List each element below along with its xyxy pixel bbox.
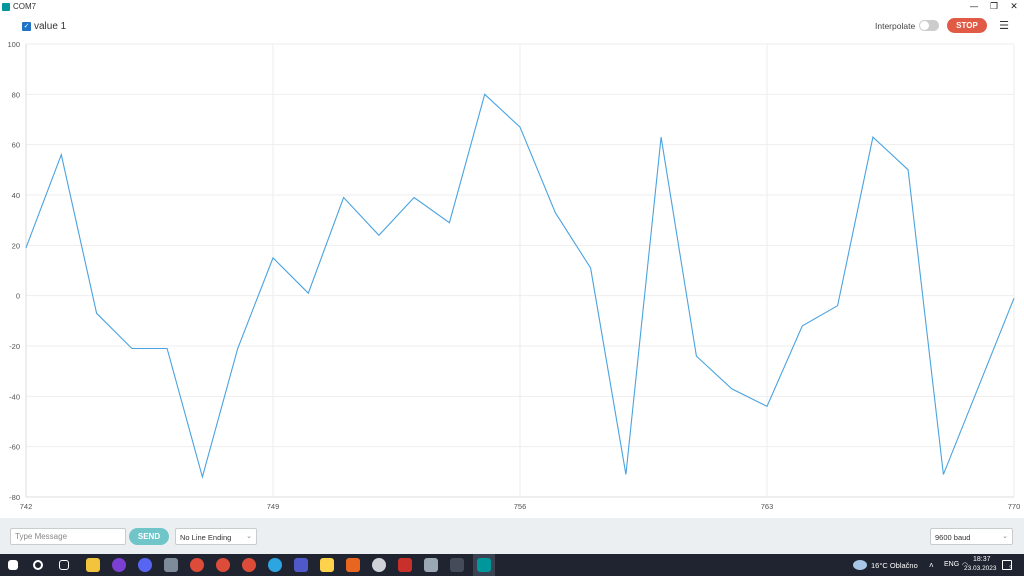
- line-ending-value: No Line Ending: [180, 533, 232, 542]
- y-tick-label: 40: [12, 191, 20, 200]
- windows-start-icon[interactable]: [8, 560, 18, 570]
- window-title: COM7: [13, 2, 37, 11]
- arduino-icon[interactable]: [477, 558, 491, 572]
- y-tick-label: -80: [9, 493, 20, 502]
- plotter-toolbar: ✓ value 1 Interpolate STOP ☰: [0, 13, 1024, 39]
- weather-text[interactable]: 16°C Oblačno: [871, 561, 918, 570]
- series-legend-item[interactable]: ✓ value 1: [22, 21, 66, 32]
- app-icon-red[interactable]: [398, 558, 412, 572]
- plot-grid: [25, 43, 1015, 498]
- app-icon-drive[interactable]: [424, 558, 438, 572]
- chevron-down-icon: ⌄: [1002, 532, 1008, 540]
- minimize-button[interactable]: —: [964, 0, 984, 13]
- series-label: value 1: [34, 21, 67, 32]
- y-tick-label: 100: [7, 40, 20, 49]
- teams-icon[interactable]: [294, 558, 308, 572]
- file-explorer-icon[interactable]: [86, 558, 100, 572]
- language-indicator[interactable]: ENG: [944, 561, 959, 568]
- y-tick-label: -60: [9, 443, 20, 452]
- window-controls: — ❐ ✕: [964, 0, 1024, 13]
- title-bar: COM7 — ❐ ✕: [0, 0, 1024, 13]
- discord-icon[interactable]: [138, 558, 152, 572]
- x-tick-label: 763: [761, 502, 774, 511]
- chevron-up-icon[interactable]: ˄: [929, 561, 934, 570]
- weather-cloud-icon[interactable]: [853, 560, 867, 570]
- send-button[interactable]: SEND: [129, 528, 169, 545]
- app-icon-purple[interactable]: [112, 558, 126, 572]
- series-checkbox[interactable]: ✓: [22, 22, 31, 31]
- restore-button[interactable]: ❐: [984, 0, 1004, 13]
- x-tick-label: 756: [514, 502, 527, 511]
- menu-icon[interactable]: ☰: [997, 18, 1011, 32]
- windows-taskbar: 16°C Oblačno ˄ ENG ◠ 18:37 23.03.2023 3: [0, 554, 1024, 576]
- x-tick-label: 742: [20, 502, 33, 511]
- baud-select[interactable]: 9600 baud ⌄: [930, 528, 1013, 545]
- task-view-icon[interactable]: [59, 560, 69, 570]
- x-tick-label: 770: [1008, 502, 1021, 511]
- close-button[interactable]: ✕: [1004, 0, 1024, 13]
- telegram-icon[interactable]: [268, 558, 282, 572]
- line-ending-select[interactable]: No Line Ending ⌄: [175, 528, 257, 545]
- gear-icon[interactable]: [372, 558, 386, 572]
- app-icon-dark[interactable]: [450, 558, 464, 572]
- interpolate-toggle[interactable]: [919, 20, 939, 31]
- baud-value: 9600 baud: [935, 533, 971, 542]
- y-tick-label: 20: [12, 241, 20, 250]
- arduino-app-icon: [2, 2, 10, 11]
- clock-date[interactable]: 23.03.2023: [964, 565, 997, 572]
- clock-time[interactable]: 18:37: [973, 556, 991, 563]
- y-tick-label: 60: [12, 141, 20, 150]
- y-tick-label: -20: [9, 342, 20, 351]
- chrome-icon[interactable]: [190, 558, 204, 572]
- app-icon-gray[interactable]: [164, 558, 178, 572]
- matlab-icon[interactable]: [346, 558, 360, 572]
- interpolate-label: Interpolate: [875, 21, 916, 31]
- message-input[interactable]: Type Message: [10, 528, 126, 545]
- chevron-down-icon: ⌄: [246, 532, 252, 540]
- stop-button[interactable]: STOP: [947, 18, 987, 33]
- x-axis-ticks: 742 749 756 763 770: [20, 502, 1021, 511]
- serial-plot: 100 80 60 40 20 0 -20 -40 -60 -80 742 749 756 763 770: [7, 40, 1021, 511]
- x-tick-label: 749: [267, 502, 280, 511]
- y-axis-ticks: 100 80 60 40 20 0 -20 -40 -60 -80: [7, 40, 20, 502]
- y-tick-label: 0: [16, 292, 20, 301]
- chrome-icon[interactable]: [216, 558, 230, 572]
- notification-count: 3: [1009, 566, 1013, 572]
- y-tick-label: 80: [12, 90, 20, 99]
- y-tick-label: -40: [9, 392, 20, 401]
- serial-input-bar: Type Message SEND No Line Ending ⌄ 9600 …: [0, 518, 1024, 554]
- search-icon[interactable]: [33, 560, 43, 570]
- chrome-icon[interactable]: [242, 558, 256, 572]
- app-icon-yellow[interactable]: [320, 558, 334, 572]
